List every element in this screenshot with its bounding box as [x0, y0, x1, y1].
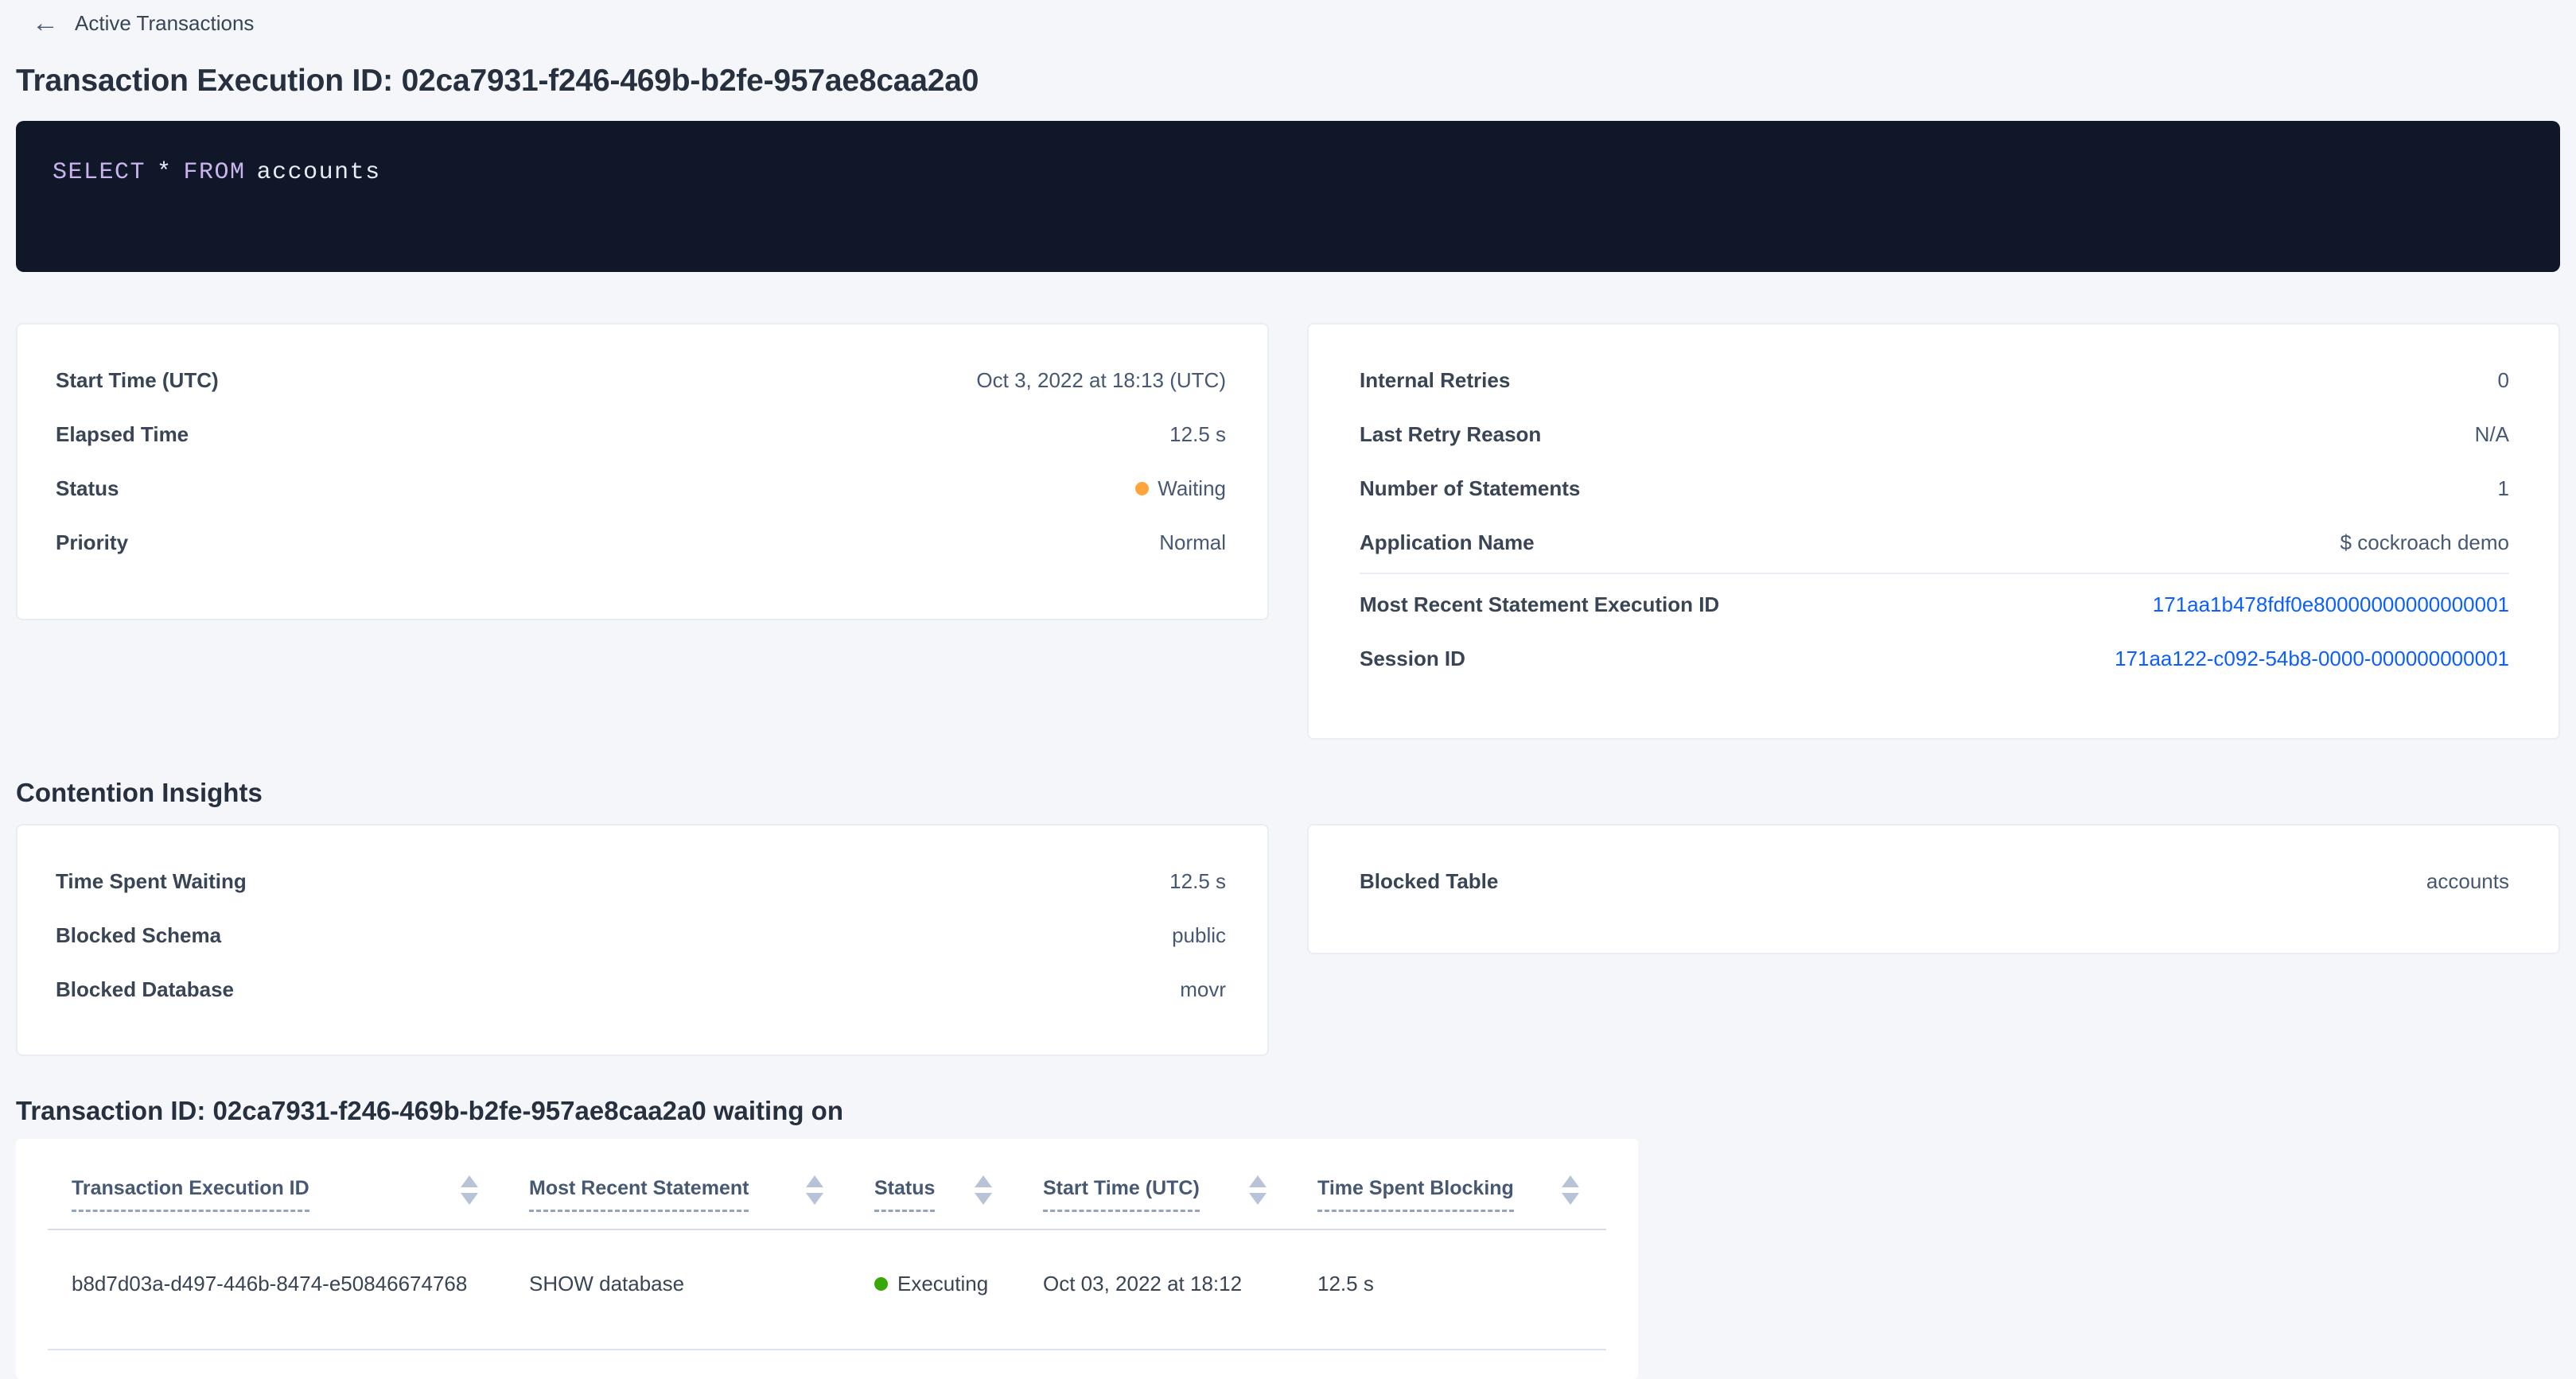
sort-icon[interactable]	[461, 1175, 478, 1205]
cell-status: Executing	[850, 1229, 1019, 1350]
table-row: b8d7d03a-d497-446b-8474-e50846674768 SHO…	[48, 1229, 1606, 1350]
internal-retries-value: 0	[2498, 368, 2509, 393]
status-badge: Waiting	[1135, 476, 1226, 501]
column-header-most-recent-statement[interactable]: Most Recent Statement	[505, 1139, 850, 1229]
sql-star-operator: *	[157, 159, 173, 186]
arrow-left-icon[interactable]: ←	[32, 10, 59, 37]
waiting-on-heading: Transaction ID: 02ca7931-f246-469b-b2fe-…	[16, 1096, 2560, 1126]
statement-execution-id-row: Most Recent Statement Execution ID 171aa…	[1360, 577, 2509, 631]
waiting-on-table-card: Transaction Execution ID Most Recent Sta…	[16, 1139, 1638, 1379]
last-retry-reason-row: Last Retry Reason N/A	[1360, 407, 2509, 461]
priority-row: Priority Normal	[56, 515, 1226, 569]
time-spent-waiting-label: Time Spent Waiting	[56, 869, 247, 894]
start-time-row: Start Time (UTC) Oct 3, 2022 at 18:13 (U…	[56, 353, 1226, 407]
sql-statement-box: SELECT * FROM accounts	[16, 121, 2560, 272]
table-header-row: Transaction Execution ID Most Recent Sta…	[48, 1139, 1606, 1229]
last-retry-reason-value: N/A	[2475, 422, 2509, 447]
cell-start-time: Oct 03, 2022 at 18:12	[1019, 1229, 1294, 1350]
statement-count-row: Number of Statements 1	[1360, 461, 2509, 515]
last-retry-reason-label: Last Retry Reason	[1360, 422, 1541, 447]
blocked-database-row: Blocked Database movr	[56, 962, 1226, 1016]
page-title: Transaction Execution ID: 02ca7931-f246-…	[16, 64, 2560, 99]
sql-table-identifier: accounts	[257, 159, 381, 186]
blocked-database-label: Blocked Database	[56, 977, 234, 1002]
start-time-label: Start Time (UTC)	[56, 368, 219, 393]
status-label: Status	[56, 476, 119, 501]
session-id-label: Session ID	[1360, 647, 1465, 671]
column-header-status[interactable]: Status	[850, 1139, 1019, 1229]
column-header-time-spent-blocking[interactable]: Time Spent Blocking	[1294, 1139, 1606, 1229]
sort-icon[interactable]	[1562, 1175, 1579, 1205]
statement-count-value: 1	[2498, 476, 2509, 501]
contention-insights-heading: Contention Insights	[16, 778, 2560, 808]
waiting-on-table: Transaction Execution ID Most Recent Sta…	[48, 1139, 1606, 1350]
blocked-table-card: Blocked Table accounts	[1307, 824, 2560, 954]
cell-most-recent-statement: SHOW database	[505, 1229, 850, 1350]
sort-icon[interactable]	[975, 1175, 992, 1205]
blocked-table-label: Blocked Table	[1360, 869, 1498, 894]
blocked-table-value: accounts	[2426, 869, 2509, 894]
status-value: Executing	[897, 1272, 988, 1296]
blocked-schema-value: public	[1172, 923, 1226, 948]
status-row: Status Waiting	[56, 461, 1226, 515]
blocked-database-value: movr	[1180, 977, 1226, 1002]
sort-icon[interactable]	[806, 1175, 823, 1205]
priority-label: Priority	[56, 530, 128, 555]
time-spent-waiting-value: 12.5 s	[1169, 869, 1226, 894]
sql-keyword-select: SELECT	[53, 159, 146, 186]
internal-retries-label: Internal Retries	[1360, 368, 1510, 393]
cell-transaction-execution-id: b8d7d03a-d497-446b-8474-e50846674768	[48, 1229, 505, 1350]
priority-value: Normal	[1159, 530, 1226, 555]
statement-count-label: Number of Statements	[1360, 476, 1580, 501]
status-badge: Executing	[874, 1272, 992, 1296]
time-spent-waiting-row: Time Spent Waiting 12.5 s	[56, 854, 1226, 908]
transaction-details-page: ← Active Transactions Transaction Execut…	[0, 0, 2576, 1379]
blocked-table-row: Blocked Table accounts	[1360, 854, 2509, 908]
status-value: Waiting	[1158, 476, 1226, 501]
start-time-value: Oct 3, 2022 at 18:13 (UTC)	[976, 368, 1226, 393]
status-executing-dot-icon	[874, 1277, 888, 1291]
card-divider	[1360, 573, 2509, 574]
contention-cards-row: Time Spent Waiting 12.5 s Blocked Schema…	[16, 824, 2560, 1056]
summary-cards-row: Start Time (UTC) Oct 3, 2022 at 18:13 (U…	[16, 323, 2560, 740]
breadcrumb[interactable]: ← Active Transactions	[0, 0, 254, 37]
blocked-schema-label: Blocked Schema	[56, 923, 221, 948]
transaction-summary-card: Start Time (UTC) Oct 3, 2022 at 18:13 (U…	[16, 323, 1269, 620]
cell-time-spent-blocking: 12.5 s	[1294, 1229, 1606, 1350]
contention-details-card: Time Spent Waiting 12.5 s Blocked Schema…	[16, 824, 1269, 1056]
sql-keyword-from: FROM	[184, 159, 246, 186]
statement-execution-id-link[interactable]: 171aa1b478fdf0e80000000000000001	[2153, 592, 2509, 617]
session-id-link[interactable]: 171aa122-c092-54b8-0000-000000000001	[2115, 647, 2509, 671]
statement-execution-id-label: Most Recent Statement Execution ID	[1360, 592, 1719, 617]
column-header-transaction-execution-id[interactable]: Transaction Execution ID	[48, 1139, 505, 1229]
sort-icon[interactable]	[1249, 1175, 1267, 1205]
breadcrumb-label[interactable]: Active Transactions	[75, 11, 254, 36]
elapsed-time-value: 12.5 s	[1169, 422, 1226, 447]
sql-statement: SELECT * FROM accounts	[53, 159, 381, 186]
elapsed-time-label: Elapsed Time	[56, 422, 189, 447]
transaction-metadata-card: Internal Retries 0 Last Retry Reason N/A…	[1307, 323, 2560, 740]
session-id-row: Session ID 171aa122-c092-54b8-0000-00000…	[1360, 631, 2509, 686]
internal-retries-row: Internal Retries 0	[1360, 353, 2509, 407]
column-header-start-time[interactable]: Start Time (UTC)	[1019, 1139, 1294, 1229]
elapsed-time-row: Elapsed Time 12.5 s	[56, 407, 1226, 461]
application-name-label: Application Name	[1360, 530, 1535, 555]
status-waiting-dot-icon	[1135, 482, 1149, 495]
application-name-value: $ cockroach demo	[2341, 530, 2509, 555]
blocked-schema-row: Blocked Schema public	[56, 908, 1226, 962]
application-name-row: Application Name $ cockroach demo	[1360, 515, 2509, 569]
